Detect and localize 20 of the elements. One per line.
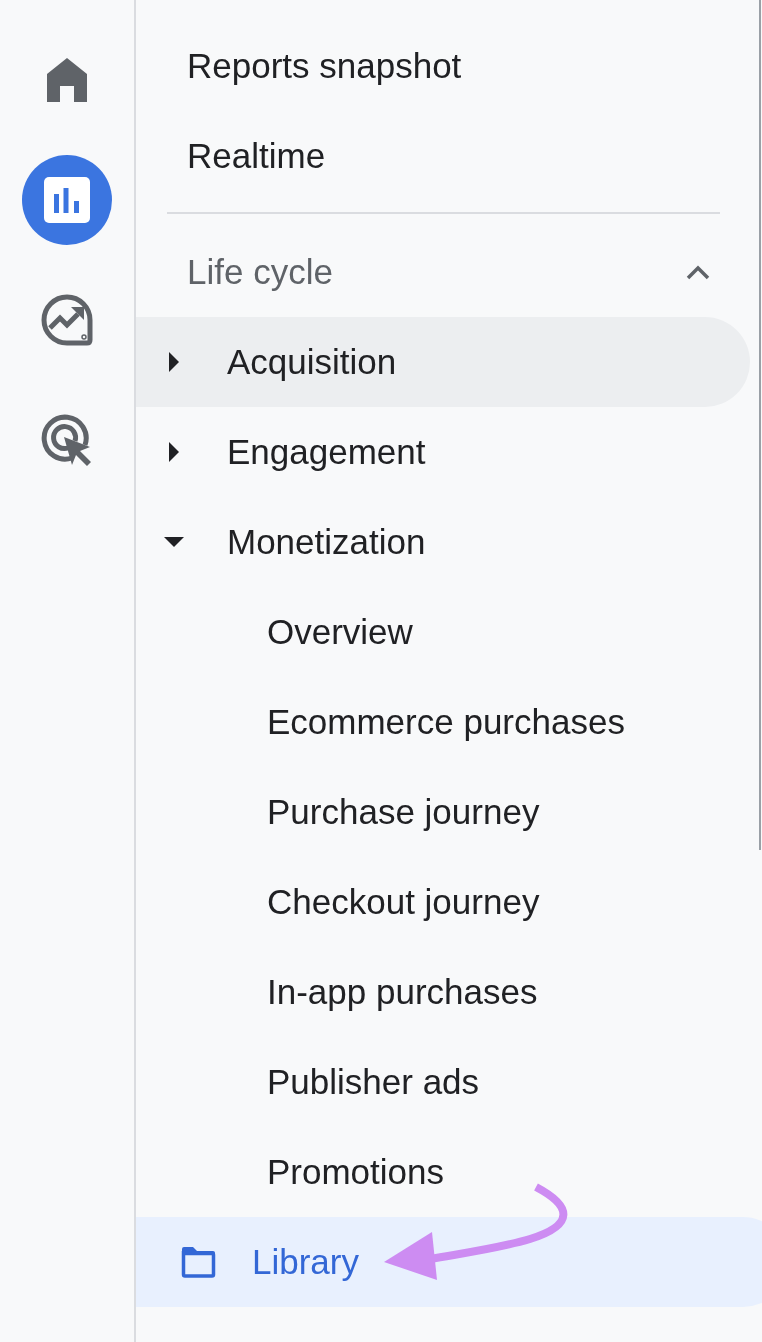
folder-icon [180, 1246, 217, 1278]
nav-group-item[interactable]: Engagement [136, 407, 750, 497]
nav-subitem[interactable]: Purchase journey [136, 767, 750, 857]
nav-subitem[interactable]: Overview [136, 587, 750, 677]
section-header[interactable]: Life cycle [136, 227, 762, 317]
nav-subitem[interactable]: Promotions [136, 1127, 750, 1217]
nav-item[interactable]: Reports snapshot [136, 21, 750, 111]
nav-subitem[interactable]: Publisher ads [136, 1037, 750, 1127]
nav-group-item[interactable]: Acquisition [136, 317, 750, 407]
target-cursor-icon [41, 414, 93, 466]
nav-subitem[interactable]: In-app purchases [136, 947, 750, 1037]
nav-subitem[interactable]: Checkout journey [136, 857, 750, 947]
nav-item[interactable]: Realtime [136, 111, 750, 201]
library-item[interactable]: Library [136, 1217, 762, 1307]
bar-chart-icon [44, 177, 90, 223]
trend-icon [41, 294, 93, 346]
home-icon [47, 58, 87, 102]
nav-subitem[interactable]: Ecommerce purchases [136, 677, 750, 767]
nav-group-item[interactable]: Monetization [136, 497, 750, 587]
scrollbar[interactable] [759, 0, 761, 850]
